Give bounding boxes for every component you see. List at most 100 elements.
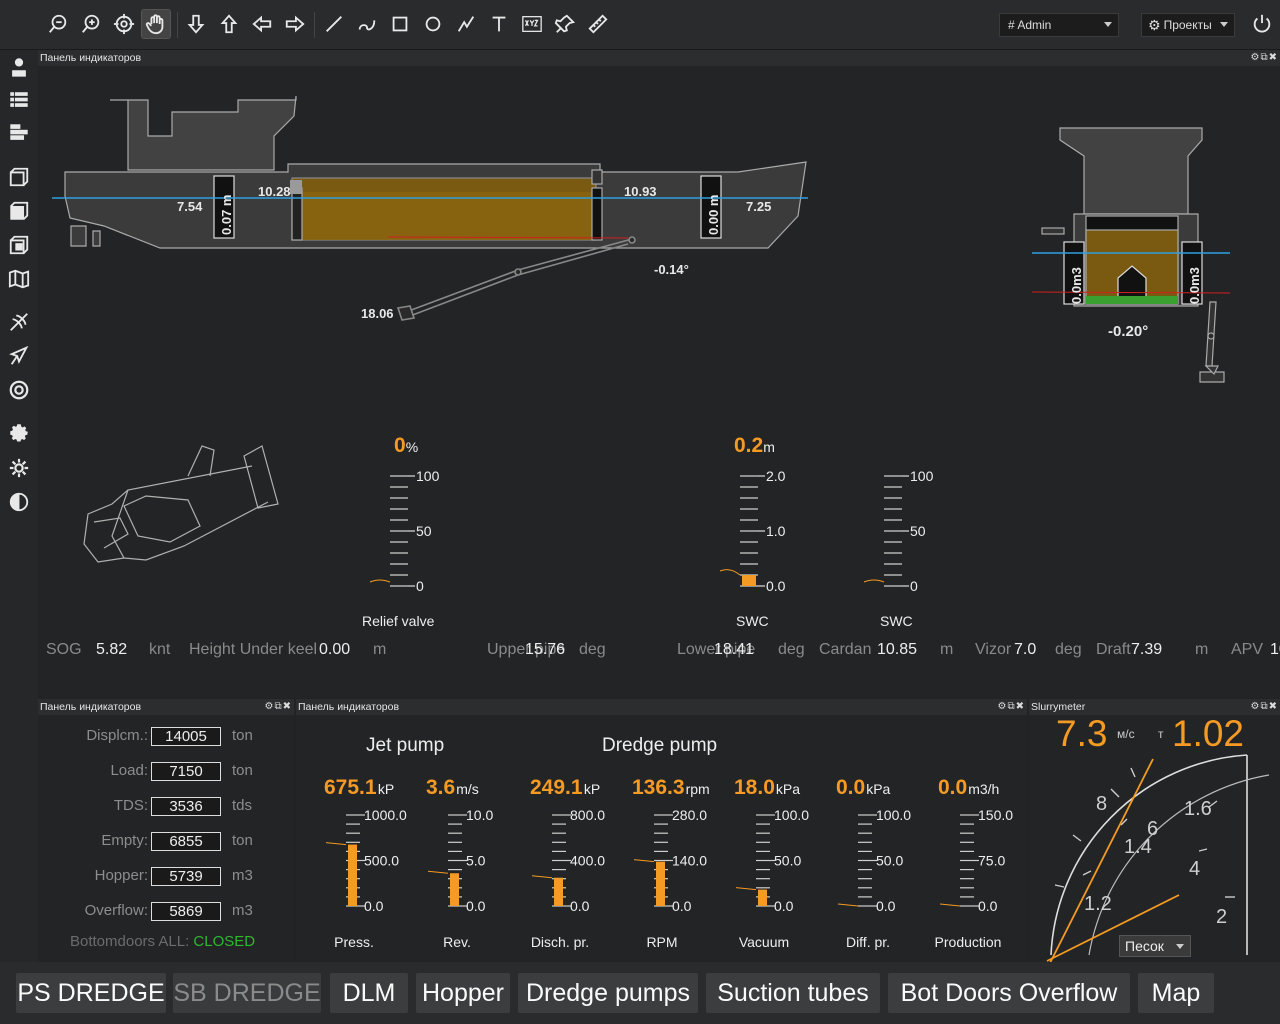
indicator-panel-main: Панель индикаторов ⚙⧉✖ 7.54 0.07 m 10.28… (38, 50, 1280, 698)
load-unit: m3 (232, 902, 253, 919)
pump-tick-label: 0.0 (978, 898, 998, 914)
coordinates-tool-icon[interactable] (518, 10, 546, 38)
ruler-tool-icon[interactable] (584, 10, 612, 38)
power-icon[interactable] (1248, 10, 1276, 38)
gauge-marker (369, 579, 391, 583)
satellite-icon[interactable] (6, 309, 32, 335)
pin-tool-icon[interactable] (551, 10, 579, 38)
user-dropdown[interactable]: # Admin (999, 13, 1119, 37)
nav-ps-dredge[interactable]: PS DREDGE (16, 973, 166, 1013)
pump-marker (837, 903, 859, 907)
arrow-left-icon[interactable] (248, 10, 276, 38)
pump-marker (427, 870, 449, 874)
app-window: # Admin ⚙Проекты Панель индикаторов ⚙⧉✖ (0, 0, 1280, 1024)
ship-cross-section (1041, 127, 1225, 383)
gauge-tick-label: 1.0 (766, 523, 786, 539)
pump-bar (656, 861, 665, 906)
density-scale-1-4: 1.4 (1124, 836, 1152, 858)
gauge-tick-label: 0.0 (766, 578, 786, 594)
speed-scale-2: 2 (1216, 906, 1227, 928)
gauge-marker (863, 579, 885, 583)
status-unit: m (940, 641, 954, 658)
arrow-right-icon[interactable] (281, 10, 309, 38)
load-value-field: 6855 (151, 832, 221, 851)
pan-hand-icon[interactable] (141, 9, 171, 39)
material-select[interactable]: Песок (1119, 935, 1191, 957)
pump-caption: Disch. pr. (530, 934, 590, 950)
swc-height-value: 0.2m (734, 434, 775, 457)
pump-value: 0.0 (938, 776, 967, 799)
ship-side-view (64, 95, 807, 249)
pump-tick-label: 100.0 (876, 807, 911, 823)
line-tool-icon[interactable] (320, 10, 348, 38)
nav-bot-doors-overflow[interactable]: Bot Doors Overflow (888, 973, 1130, 1013)
gauge-marker (719, 569, 741, 576)
rectangle-tool-icon[interactable] (386, 10, 414, 38)
vertical-gauges: 100 50 0 2.0 1.0 0.0 100 50 0 (369, 468, 934, 594)
pump-bar (758, 889, 767, 906)
pump-tick-label: 0.0 (364, 898, 384, 914)
projects-dropdown[interactable]: ⚙ Проекты (1141, 13, 1235, 37)
pump-tick-label: 10.0 (466, 807, 493, 823)
settings-gear-icon[interactable] (6, 420, 32, 446)
slurrymeter-panel: Slurrymeter ⚙⧉✖ 7.3 м/с т 1.02 8 6 4 2 1… (1029, 699, 1280, 962)
gauge-tick-label: 50 (416, 523, 432, 539)
list-icon[interactable] (6, 87, 32, 113)
status-label: SOG (46, 641, 82, 658)
circle-tool-icon[interactable] (419, 10, 447, 38)
gauge-tick-label: 100 (910, 468, 934, 484)
zoom-out-icon[interactable] (44, 10, 72, 38)
nav-dredge-pumps[interactable]: Dredge pumps (518, 973, 698, 1013)
draft-fwd-label: 7.25 (746, 199, 771, 214)
arrow-down-icon[interactable] (182, 10, 210, 38)
radar-icon[interactable] (6, 377, 32, 403)
nav-dlm[interactable]: DLM (330, 973, 408, 1013)
status-unit: m (1195, 641, 1209, 658)
pump-gauges: 675.1 kP1000.0500.00.03.6 m/s10.05.00.0249… (324, 776, 1013, 914)
cube-side-icon[interactable] (6, 198, 32, 224)
projects-label: Проекты (1163, 18, 1212, 32)
pump-marker (325, 842, 347, 846)
pump-value: 18.0 (734, 776, 775, 799)
toolbar: # Admin ⚙ Проекты (0, 0, 1280, 50)
pump-tick-label: 0.0 (672, 898, 692, 914)
nav-suction-tubes[interactable]: Suction tubes (706, 973, 880, 1013)
pump-value: 3.6 (426, 776, 455, 799)
status-unit: knt (149, 641, 171, 658)
map-icon[interactable] (6, 266, 32, 292)
panel-controls[interactable]: ⚙⧉✖ (998, 699, 1025, 715)
load-unit: ton (232, 832, 253, 849)
load-unit: m3 (232, 867, 253, 884)
arrow-up-icon[interactable] (215, 10, 243, 38)
pump-caption: Production (934, 934, 1002, 950)
layers-list-icon[interactable] (6, 120, 32, 146)
compass-icon[interactable] (6, 343, 32, 369)
settings-sun-icon[interactable] (6, 455, 32, 481)
nav-hopper[interactable]: Hopper (416, 973, 510, 1013)
pump-marker (735, 887, 757, 891)
nav-sb-dredge[interactable]: SB DREDGE (173, 973, 321, 1013)
status-unit: deg (579, 641, 606, 658)
status-value: 7.0 (1014, 641, 1037, 658)
pump-value: 249.1 (530, 776, 583, 799)
cube-front-icon[interactable] (6, 164, 32, 190)
panel-controls[interactable]: ⚙⧉✖ (265, 699, 292, 715)
polyline-tool-icon[interactable] (452, 10, 480, 38)
user-icon[interactable] (6, 54, 32, 80)
center-target-icon[interactable] (110, 10, 138, 38)
pump-caption: Diff. pr. (845, 934, 891, 950)
nav-map[interactable]: Map (1138, 973, 1214, 1013)
pump-unit: kP (378, 781, 394, 797)
cube-top-icon[interactable] (6, 232, 32, 258)
pump-tick-label: 800.0 (570, 807, 605, 823)
pump-unit: m3/h (968, 781, 999, 797)
pump-caption: Press. (334, 934, 374, 950)
curve-tool-icon[interactable] (353, 10, 381, 38)
panel-controls[interactable]: ⚙⧉✖ (1251, 699, 1278, 715)
zoom-in-icon[interactable] (77, 10, 105, 38)
text-tool-icon[interactable] (485, 10, 513, 38)
contrast-icon[interactable] (6, 489, 32, 515)
pump-tick-label: 500.0 (364, 853, 399, 869)
panel-controls[interactable]: ⚙⧉✖ (1251, 50, 1278, 66)
pump-marker (531, 875, 553, 879)
